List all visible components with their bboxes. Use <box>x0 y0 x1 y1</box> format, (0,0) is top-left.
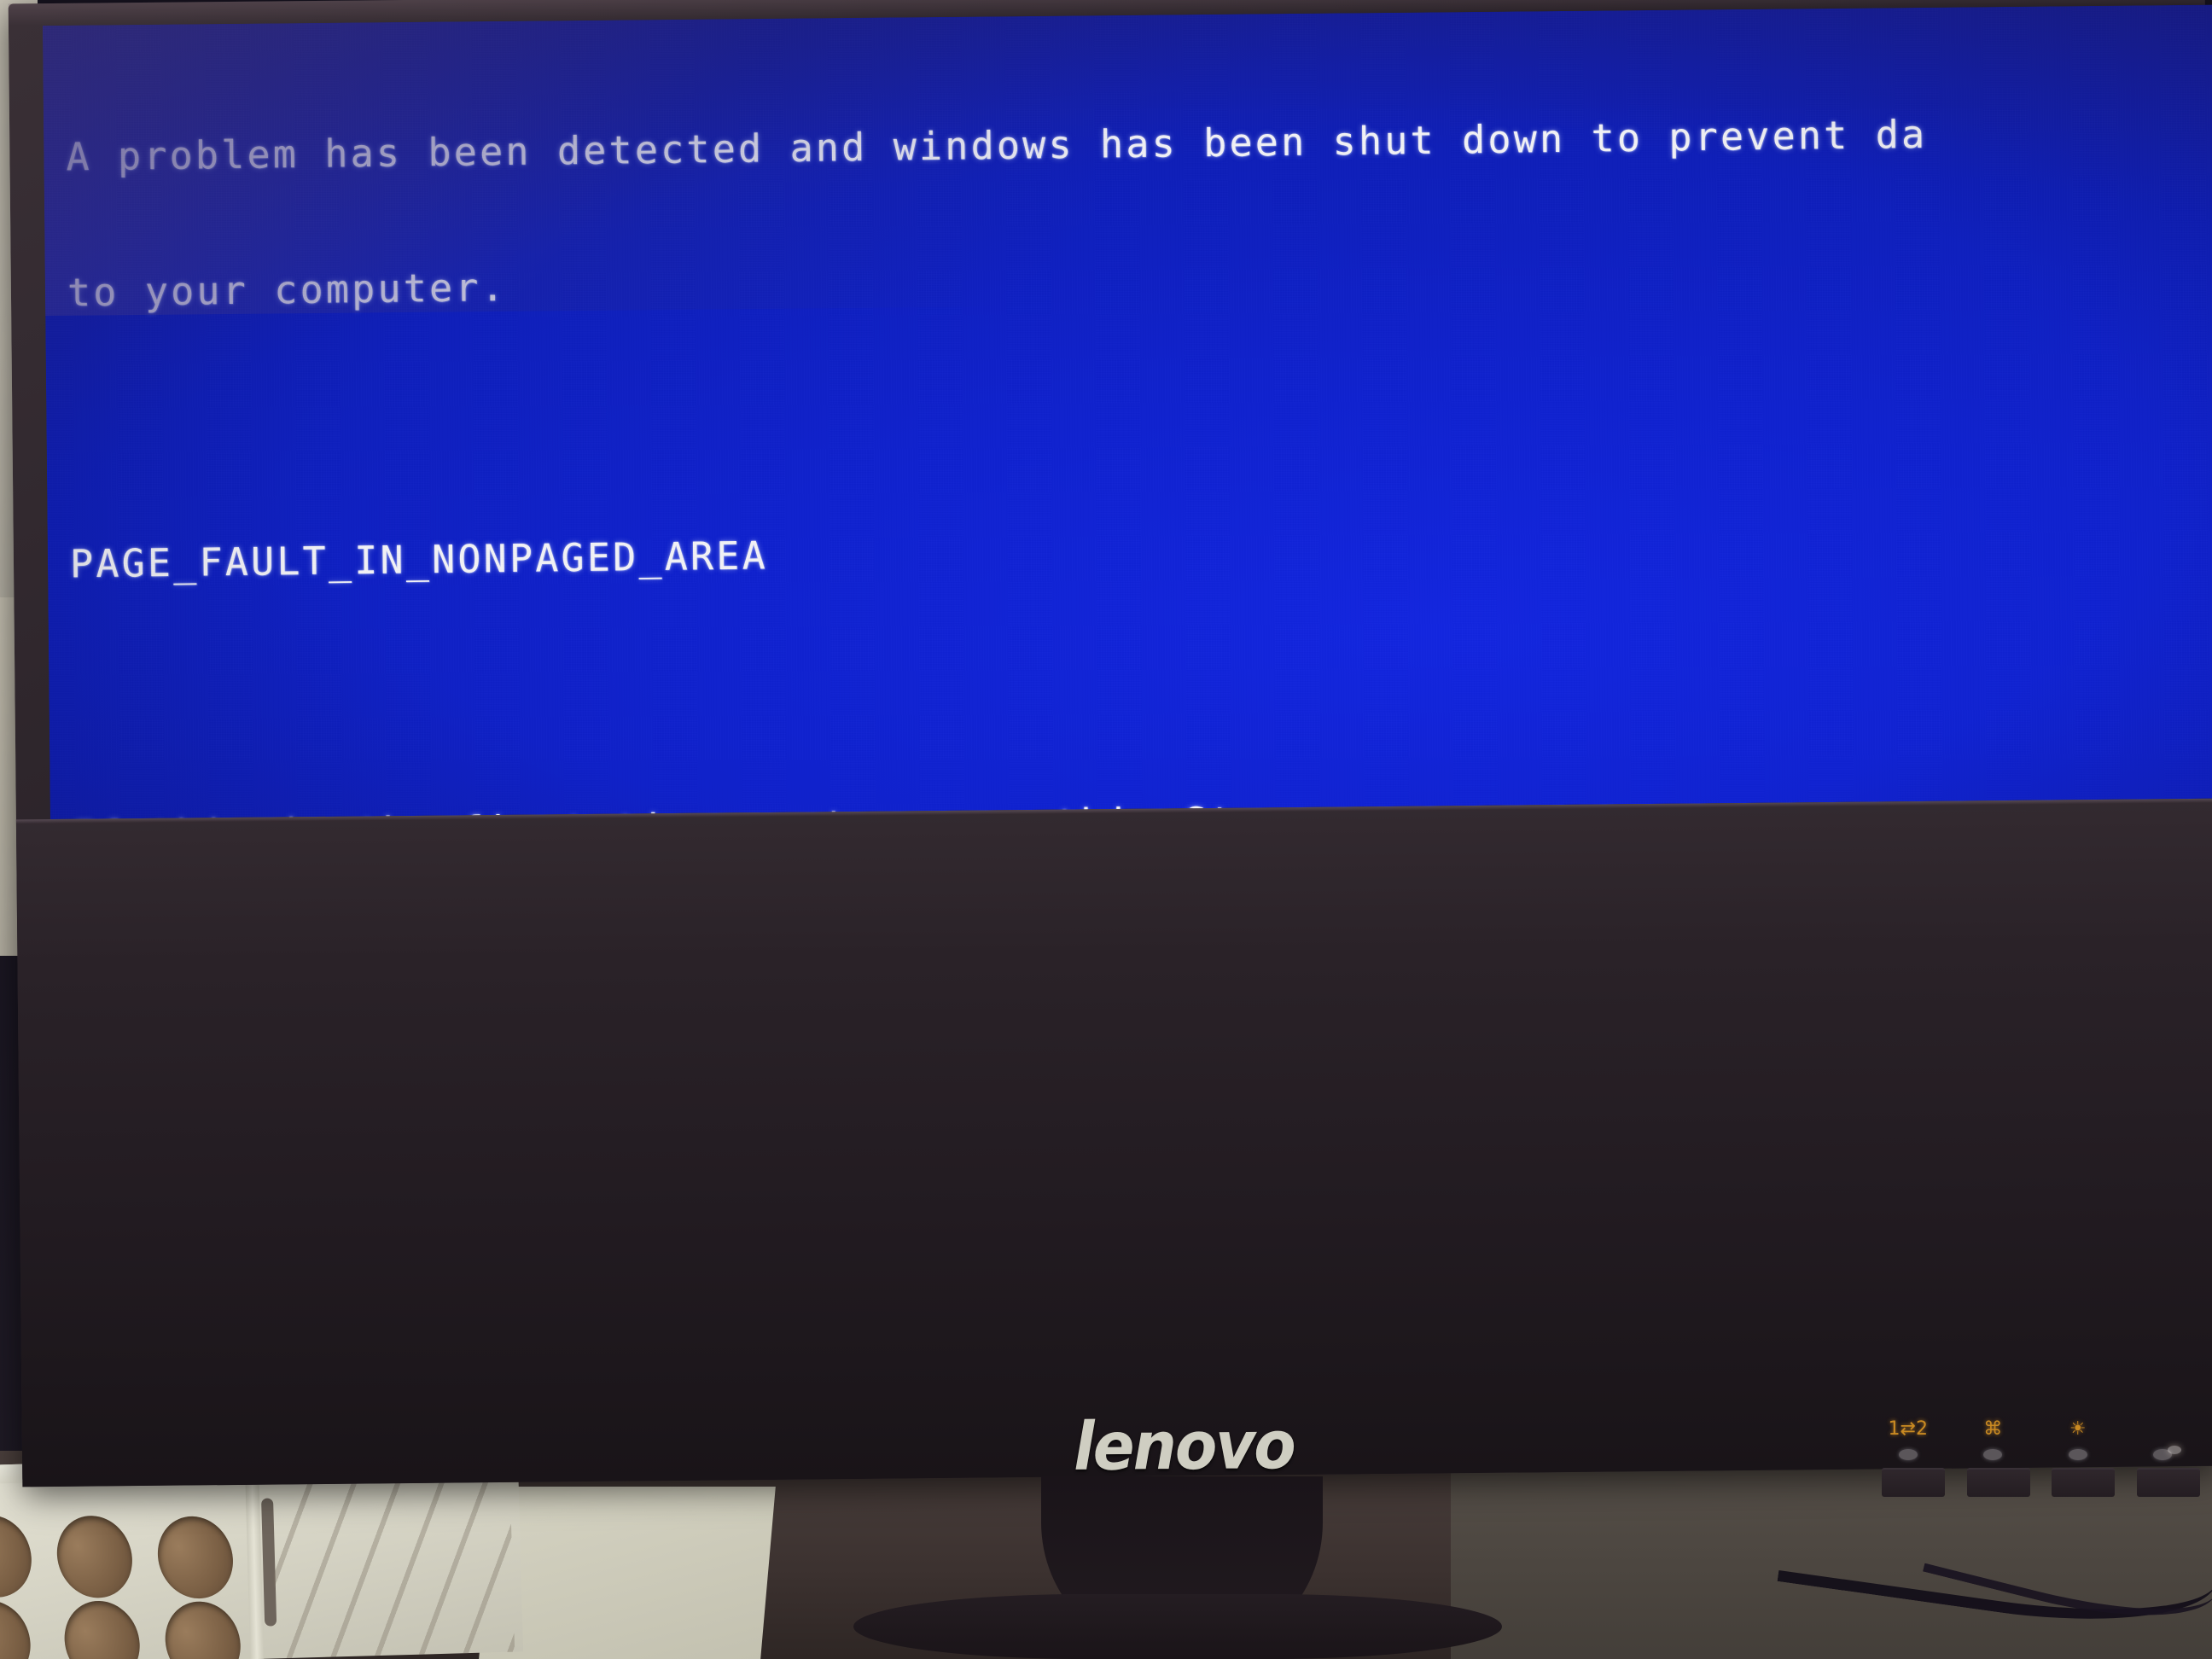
bsod-message-text: A problem has been detected and windows … <box>65 15 2212 819</box>
crate-ribbing <box>270 1458 515 1659</box>
osd-menu-icon: ⌘ <box>1983 1418 2003 1440</box>
crate-hole <box>0 1588 44 1659</box>
lenovo-monitor: A problem has been detected and windows … <box>8 0 2212 1490</box>
input-source-icon: 1⇄2 <box>1888 1418 1928 1440</box>
crate-hole <box>0 1503 44 1610</box>
monitor-bottom-bezel <box>15 798 2212 1487</box>
photo-scene: A problem has been detected and windows … <box>0 0 2212 1659</box>
bsod-error-code: PAGE_FAULT_IN_NONPAGED_AREA <box>69 533 769 587</box>
button-indicator <box>1898 1449 1918 1460</box>
monitor-screen: A problem has been detected and windows … <box>42 4 2212 820</box>
button-indicator <box>2068 1449 2087 1460</box>
power-led <box>2168 1446 2181 1454</box>
brightness-button[interactable]: ☀ <box>2052 1418 2115 1497</box>
button-key[interactable] <box>2136 1468 2200 1497</box>
button-key[interactable] <box>2052 1468 2115 1497</box>
brightness-icon: ☀ <box>2069 1418 2087 1440</box>
lenovo-logo: lenovo <box>1073 1406 1295 1486</box>
monitor-stand-base <box>853 1594 1502 1659</box>
bsod-intro-line-1: A problem has been detected and windows … <box>66 111 1928 180</box>
paper-sheet-on-desk <box>479 1487 776 1659</box>
crate-hole <box>144 1504 246 1611</box>
crate-hole <box>44 1504 145 1610</box>
power-button[interactable]: ⏻ <box>2136 1418 2200 1497</box>
crate-hole <box>51 1588 153 1659</box>
bsod-intro-line-2: to your computer. <box>67 265 508 316</box>
crate-hole <box>152 1589 253 1659</box>
button-indicator <box>1983 1449 2003 1460</box>
